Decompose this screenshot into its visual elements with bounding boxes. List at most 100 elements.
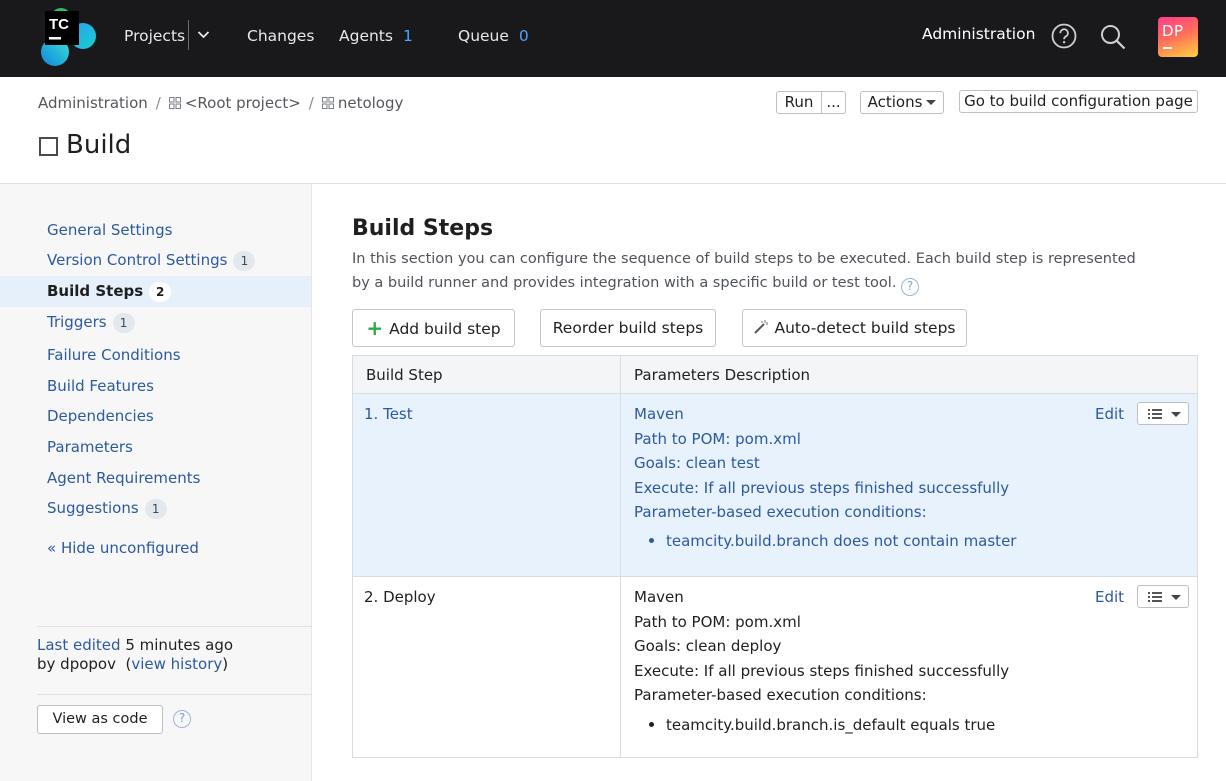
sidebar-item-label: Version Control Settings <box>47 251 228 269</box>
count-badge: 2 <box>149 282 172 302</box>
table-row[interactable]: 2. Deploy Maven Path to POM: pom.xml Goa… <box>353 576 1197 757</box>
step-name[interactable]: 1. Test <box>364 405 413 423</box>
sidebar-item-label: Build Features <box>47 377 154 395</box>
sidebar-item-label: General Settings <box>47 221 173 239</box>
actions-dropdown[interactable]: Actions <box>860 91 944 114</box>
nav-changes[interactable]: Changes <box>247 25 314 47</box>
step-runner: Maven <box>634 405 684 423</box>
teamcity-logo[interactable]: TC <box>35 6 97 68</box>
caret-down-icon <box>926 100 937 105</box>
nav-agents[interactable]: Agents 1 <box>339 25 413 47</box>
sidebar-item-suggestions[interactable]: Suggestions 1 <box>47 499 167 519</box>
auto-detect-build-steps-button[interactable]: Auto-detect build steps <box>742 309 967 347</box>
sidebar-item-build-features[interactable]: Build Features <box>47 377 154 395</box>
table-row[interactable]: 1. Test Maven Path to POM: pom.xml Goals… <box>353 394 1197 576</box>
page-title: Build <box>38 130 131 160</box>
step-goals: Goals: clean deploy <box>634 637 782 655</box>
step-conditions-label: Parameter-based execution conditions: <box>634 686 927 704</box>
step-execute: Execute: If all previous steps finished … <box>634 661 1010 680</box>
run-button[interactable]: Run <box>776 91 822 114</box>
project-grid-icon <box>168 97 181 109</box>
avatar-initials: DP <box>1162 22 1184 40</box>
sidebar-item-label: Build Steps <box>47 282 144 300</box>
chevron-down-icon[interactable] <box>197 30 210 40</box>
caret-down-icon <box>1171 595 1181 600</box>
user-avatar[interactable]: DP <box>1158 17 1198 57</box>
breadcrumb: Administration / <Root project> / netology <box>38 94 403 112</box>
breadcrumb-netology[interactable]: netology <box>338 94 404 112</box>
nav-queue-label: Queue <box>458 27 509 45</box>
top-navigation-bar: TC Projects Changes Agents 1 Queue 0 Admin… <box>0 0 1226 77</box>
step-condition: teamcity.build.branch does not contain m… <box>649 532 1016 550</box>
plus-icon: + <box>366 316 384 340</box>
sidebar-item-triggers[interactable]: Triggers 1 <box>47 313 135 333</box>
run-options-button[interactable]: ... <box>821 91 846 114</box>
last-edited-user: by dpopov <box>37 655 116 673</box>
reorder-build-steps-button[interactable]: Reorder build steps <box>540 309 716 347</box>
step-conditions-label: Parameter-based execution conditions: <box>634 503 927 521</box>
step-pom: Path to POM: pom.xml <box>634 612 801 631</box>
nav-queue[interactable]: Queue 0 <box>458 25 529 47</box>
add-build-step-label: Add build step <box>389 320 501 338</box>
edit-step-link[interactable]: Edit <box>1095 588 1124 606</box>
breadcrumb-separator: / <box>155 94 161 112</box>
edit-step-link[interactable]: Edit <box>1095 405 1124 423</box>
go-to-build-configuration-button[interactable]: Go to build configuration page <box>959 90 1198 113</box>
nav-projects[interactable]: Projects <box>124 25 185 47</box>
sidebar-divider <box>37 694 312 695</box>
help-icon[interactable]: ? <box>173 710 191 728</box>
search-icon[interactable] <box>1099 23 1127 51</box>
section-description: In this section you can configure the se… <box>352 247 1142 296</box>
column-header-build-step: Build Step <box>366 366 443 384</box>
view-as-code-button[interactable]: View as code <box>37 705 163 734</box>
hide-unconfigured-link[interactable]: « Hide unconfigured <box>47 539 199 557</box>
step-execute: Execute: If all previous steps finished … <box>634 478 1010 497</box>
svg-text:TC: TC <box>49 16 69 33</box>
step-condition: teamcity.build.branch.is_default equals … <box>649 716 995 734</box>
sidebar-item-label: Parameters <box>47 438 133 456</box>
view-history-link[interactable]: view history <box>131 655 222 673</box>
table-header: Build Step Parameters Description <box>353 356 1197 394</box>
breadcrumb-root-project[interactable]: <Root project> <box>185 94 301 112</box>
sidebar-item-general-settings[interactable]: General Settings <box>47 221 172 239</box>
sidebar-divider <box>37 626 312 627</box>
step-runner: Maven <box>634 588 684 606</box>
nav-administration[interactable]: Administration <box>922 25 1035 43</box>
last-edited-link[interactable]: Last edited <box>37 636 121 654</box>
agents-count: 1 <box>402 27 413 45</box>
description-text: In this section you can configure the se… <box>352 251 1136 291</box>
step-name[interactable]: 2. Deploy <box>364 588 436 606</box>
list-icon <box>1148 592 1162 602</box>
sidebar-item-version-control-settings[interactable]: Version Control Settings 1 <box>47 251 256 271</box>
sidebar-item-build-steps[interactable]: Build Steps 2 <box>47 282 172 302</box>
step-menu-button[interactable] <box>1137 585 1189 608</box>
step-parameters[interactable]: Maven Path to POM: pom.xml Goals: clean … <box>634 402 1009 525</box>
section-title: Build Steps <box>352 216 494 241</box>
page-title-text: Build <box>66 130 132 160</box>
add-build-step-button[interactable]: + Add build step <box>352 309 515 347</box>
help-icon[interactable]: ? <box>901 278 920 296</box>
sidebar-item-label: Dependencies <box>47 407 154 425</box>
sidebar-item-dependencies[interactable]: Dependencies <box>47 407 154 425</box>
project-grid-icon <box>321 97 334 109</box>
breadcrumb-administration[interactable]: Administration <box>38 94 148 112</box>
step-parameters[interactable]: Maven Path to POM: pom.xml Goals: clean … <box>634 585 1009 708</box>
nav-agents-label: Agents <box>339 27 393 45</box>
sidebar-item-failure-conditions[interactable]: Failure Conditions <box>47 346 181 364</box>
magic-wand-icon <box>754 320 769 334</box>
list-icon <box>1148 409 1162 419</box>
sidebar-item-label: Suggestions <box>47 499 139 517</box>
sidebar-item-label: Triggers <box>47 313 107 331</box>
help-icon[interactable] <box>1051 23 1077 49</box>
last-edited-time: 5 minutes ago <box>125 636 234 654</box>
settings-sidebar: General Settings Version Control Setting… <box>0 184 312 781</box>
sidebar-item-agent-requirements[interactable]: Agent Requirements <box>47 469 200 487</box>
count-badge: 1 <box>112 313 135 333</box>
count-badge: 1 <box>233 251 256 271</box>
step-menu-button[interactable] <box>1137 402 1189 425</box>
sidebar-item-parameters[interactable]: Parameters <box>47 438 133 456</box>
sidebar-item-label: Failure Conditions <box>47 346 181 364</box>
column-header-parameters: Parameters Description <box>634 366 811 384</box>
nav-divider <box>188 20 189 50</box>
nav-projects-label: Projects <box>124 27 186 45</box>
